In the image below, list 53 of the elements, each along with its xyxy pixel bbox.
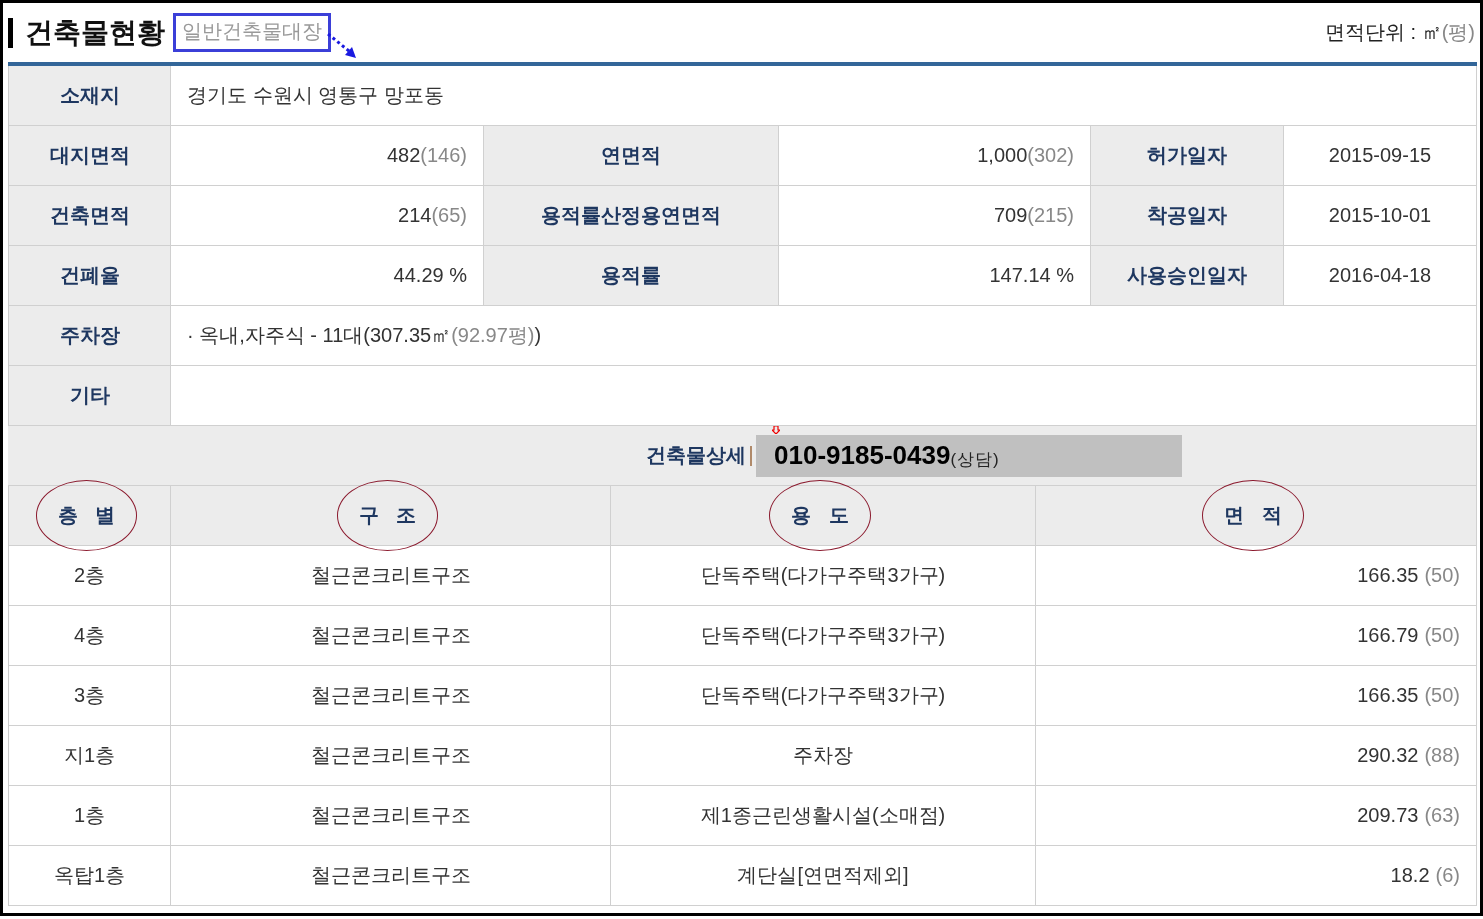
column-header: 면 적 bbox=[1224, 502, 1288, 529]
marker-icon bbox=[772, 425, 780, 434]
field-label: 착공일자 bbox=[1091, 186, 1284, 246]
table-cell: 철근콘크리트구조 bbox=[171, 846, 611, 906]
page-subtitle: 일반건축물대장 bbox=[173, 13, 331, 52]
field-value: 2015-10-01 bbox=[1284, 186, 1477, 246]
table-cell: 철근콘크리트구조 bbox=[171, 546, 611, 606]
detail-heading: 건축물상세 bbox=[646, 443, 746, 468]
page-title: 건축물현황 bbox=[25, 15, 165, 50]
table-cell: 단독주택(다가구주택3가구) bbox=[611, 666, 1036, 726]
field-label: 용적률산정용연면적 bbox=[484, 186, 779, 246]
table-cell: 옥탑1층 bbox=[9, 846, 171, 906]
table-cell: 철근콘크리트구조 bbox=[171, 666, 611, 726]
field-label: 소재지 bbox=[9, 66, 171, 126]
table-cell: 166.35 (50) bbox=[1036, 546, 1477, 606]
field-value: 2016-04-18 bbox=[1284, 246, 1477, 306]
field-label: 주차장 bbox=[9, 306, 171, 366]
table-cell: 주차장 bbox=[611, 726, 1036, 786]
column-header: 구 조 bbox=[358, 502, 423, 529]
phone-number: 010-9185-0439 bbox=[774, 439, 951, 471]
field-label: 사용승인일자 bbox=[1091, 246, 1284, 306]
table-cell: 제1종근린생활시설(소매점) bbox=[611, 786, 1036, 846]
area-unit-label: 면적단위 : ㎡(평) bbox=[1325, 20, 1475, 45]
table-cell: 18.2 (6) bbox=[1036, 846, 1477, 906]
field-label: 용적률 bbox=[484, 246, 779, 306]
field-value: · 옥내,자주식 - 11대(307.35㎡(92.97평)) bbox=[171, 306, 1477, 366]
table-cell: 단독주택(다가구주택3가구) bbox=[611, 546, 1036, 606]
field-label: 기타 bbox=[9, 366, 171, 426]
field-label: 연면적 bbox=[484, 126, 779, 186]
table-cell: 3층 bbox=[9, 666, 171, 726]
dotted-arrow bbox=[327, 32, 357, 59]
table-cell: 계단실[연면적제외] bbox=[611, 846, 1036, 906]
title-marker bbox=[8, 17, 13, 48]
table-cell: 지1층 bbox=[9, 726, 171, 786]
table-cell: 철근콘크리트구조 bbox=[171, 786, 611, 846]
column-header: 용 도 bbox=[791, 502, 855, 529]
table-cell: 철근콘크리트구조 bbox=[171, 726, 611, 786]
table-cell: 단독주택(다가구주택3가구) bbox=[611, 606, 1036, 666]
table-cell: 2층 bbox=[9, 546, 171, 606]
field-value: 2015-09-15 bbox=[1284, 126, 1477, 186]
table-cell: 4층 bbox=[9, 606, 171, 666]
field-label: 허가일자 bbox=[1091, 126, 1284, 186]
table-cell: 290.32 (88) bbox=[1036, 726, 1477, 786]
phone-note: (상담) bbox=[950, 449, 1000, 471]
field-label: 건폐율 bbox=[9, 246, 171, 306]
field-label: 건축면적 bbox=[9, 186, 171, 246]
table-cell: 철근콘크리트구조 bbox=[171, 606, 611, 666]
table-cell: 166.79 (50) bbox=[1036, 606, 1477, 666]
table-cell: 166.35 (50) bbox=[1036, 666, 1477, 726]
table-cell: 1층 bbox=[9, 786, 171, 846]
field-label: 대지면적 bbox=[9, 126, 171, 186]
column-header: 층 별 bbox=[57, 502, 122, 529]
table-cell: 209.73 (63) bbox=[1036, 786, 1477, 846]
